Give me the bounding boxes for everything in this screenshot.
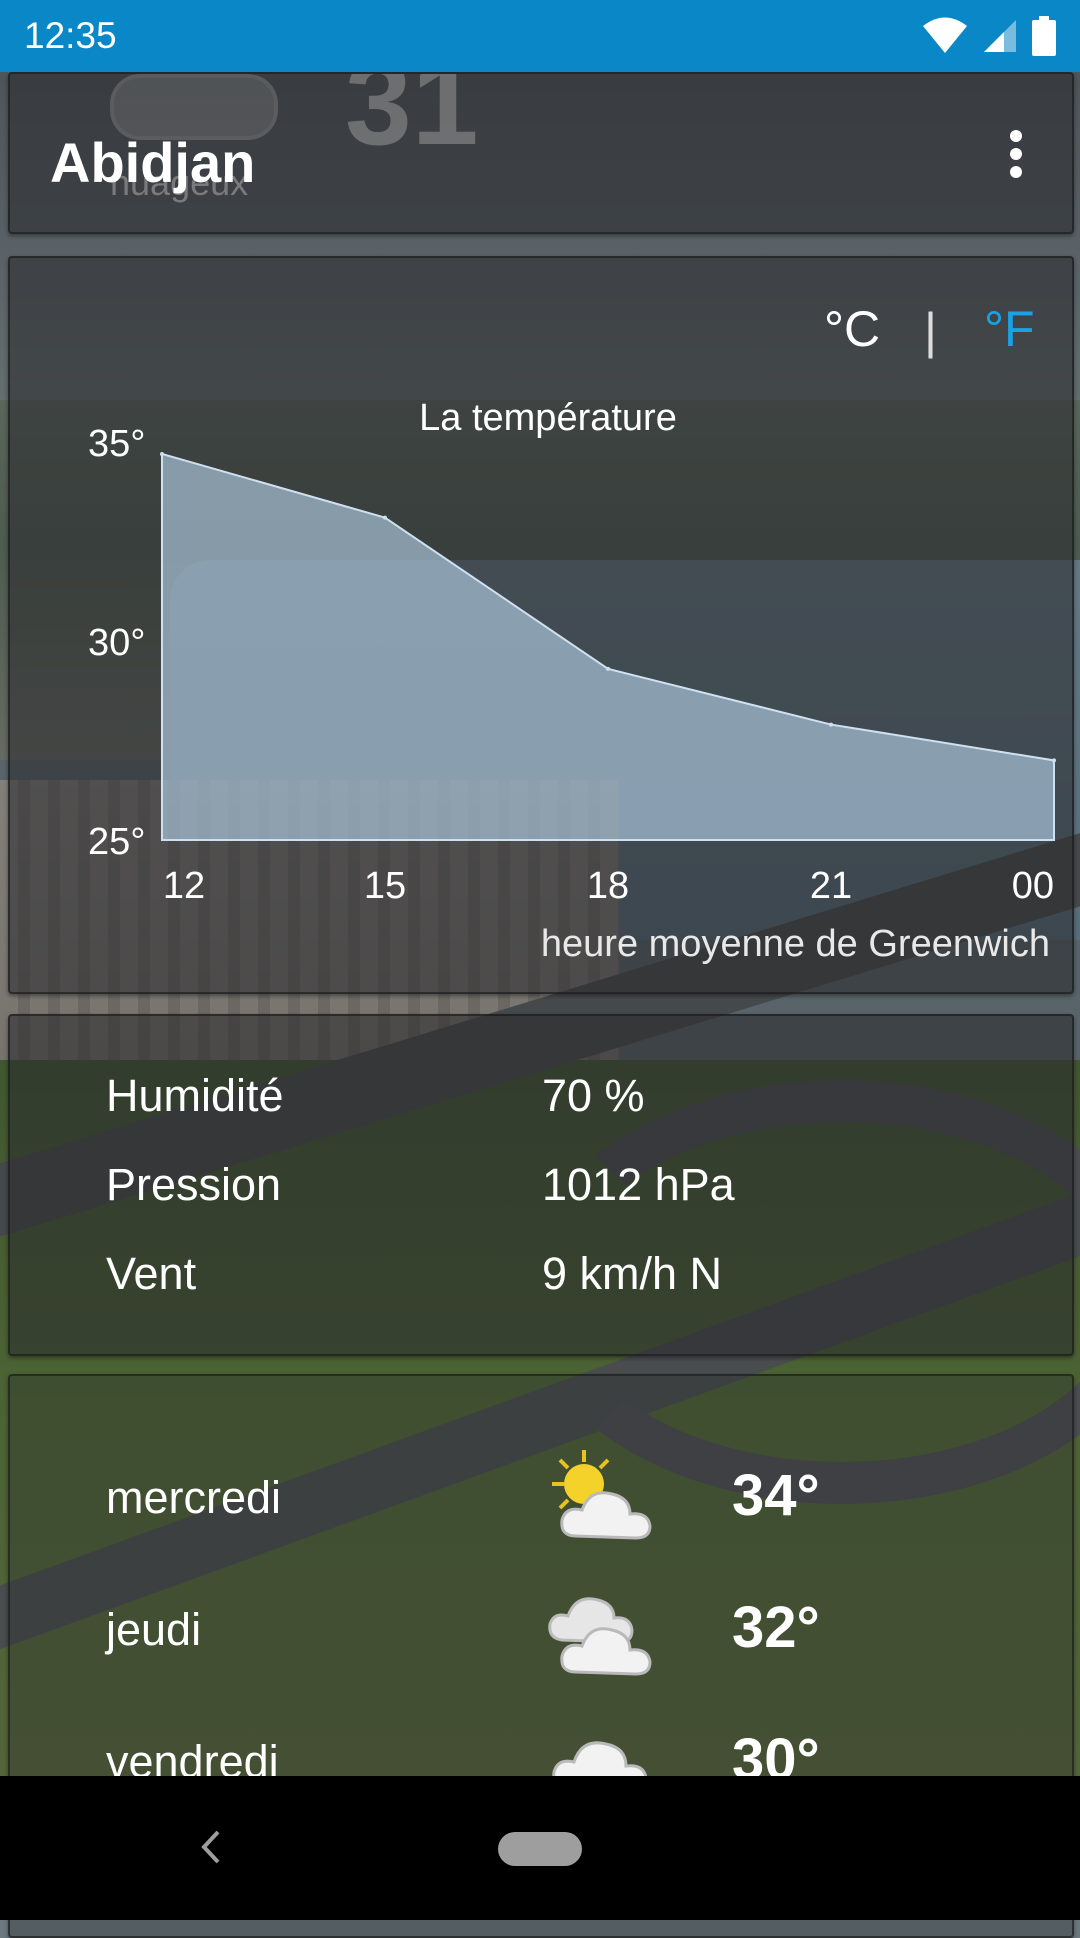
signal-icon xyxy=(982,18,1018,54)
city-title: Abidjan xyxy=(50,131,256,194)
temperature-chart: La température 35° 30° 25° 12 15 18 21 00 heure m… xyxy=(88,397,1056,965)
forecast-row[interactable]: jeudi 32° xyxy=(106,1576,1006,1696)
detail-label: Vent xyxy=(106,1248,197,1299)
status-bar: 12:35 xyxy=(0,0,1080,72)
detail-value: 9 km/h N xyxy=(542,1248,723,1299)
forecast-day: jeudi xyxy=(106,1604,202,1655)
details-card: Humidité 70 % Pression 1012 hPa Vent 9 k… xyxy=(8,1014,1074,1356)
x-tick-label: 18 xyxy=(587,865,629,907)
detail-row-pressure: Pression 1012 hPa xyxy=(106,1159,735,1211)
y-tick-label: 30° xyxy=(88,622,145,664)
detail-value: 1012 hPa xyxy=(542,1159,735,1210)
x-tick-label: 21 xyxy=(810,865,852,907)
temperature-chart-card: °C | °F La température 35° 30° 25° 12 15 18 21 0… xyxy=(8,256,1074,994)
home-button[interactable] xyxy=(498,1832,582,1866)
y-tick-label: 25° xyxy=(88,821,145,863)
back-icon[interactable] xyxy=(190,1822,230,1872)
data-point xyxy=(383,515,387,520)
data-point xyxy=(160,451,164,456)
battery-icon xyxy=(1032,16,1056,56)
data-point xyxy=(606,666,610,671)
forecast-row[interactable]: mercredi 34° xyxy=(106,1444,1006,1564)
x-axis-label: heure moyenne de Greenwich xyxy=(541,923,1050,965)
forecast-day: mercredi xyxy=(106,1472,282,1523)
forecast-temp: 34° xyxy=(732,1463,820,1528)
chart-title: La température xyxy=(419,397,677,439)
detail-row-humidity: Humidité 70 % xyxy=(106,1070,645,1122)
ghost-current-temp: 31 xyxy=(345,72,479,170)
x-tick-label: 12 xyxy=(163,865,205,907)
header-card: 31 nuageux Abidjan xyxy=(8,72,1074,234)
forecast-temp: 32° xyxy=(732,1595,820,1660)
x-tick-label: 15 xyxy=(364,865,406,907)
detail-label: Pression xyxy=(106,1159,282,1210)
cloudy-icon xyxy=(546,1576,666,1686)
detail-label: Humidité xyxy=(106,1070,284,1121)
navigation-bar xyxy=(0,1776,1080,1920)
temperature-area xyxy=(161,452,1055,841)
detail-value: 70 % xyxy=(542,1070,645,1121)
data-point xyxy=(1052,758,1056,763)
data-point xyxy=(829,722,833,727)
y-tick-label: 35° xyxy=(88,423,145,465)
partly-sunny-icon xyxy=(546,1444,666,1554)
x-tick-label: 00 xyxy=(1012,865,1054,907)
wifi-icon xyxy=(922,17,968,55)
detail-row-wind: Vent 9 km/h N xyxy=(106,1248,722,1300)
status-icons xyxy=(922,16,1056,56)
overflow-menu-icon[interactable] xyxy=(996,126,1036,182)
status-time: 12:35 xyxy=(24,15,117,56)
